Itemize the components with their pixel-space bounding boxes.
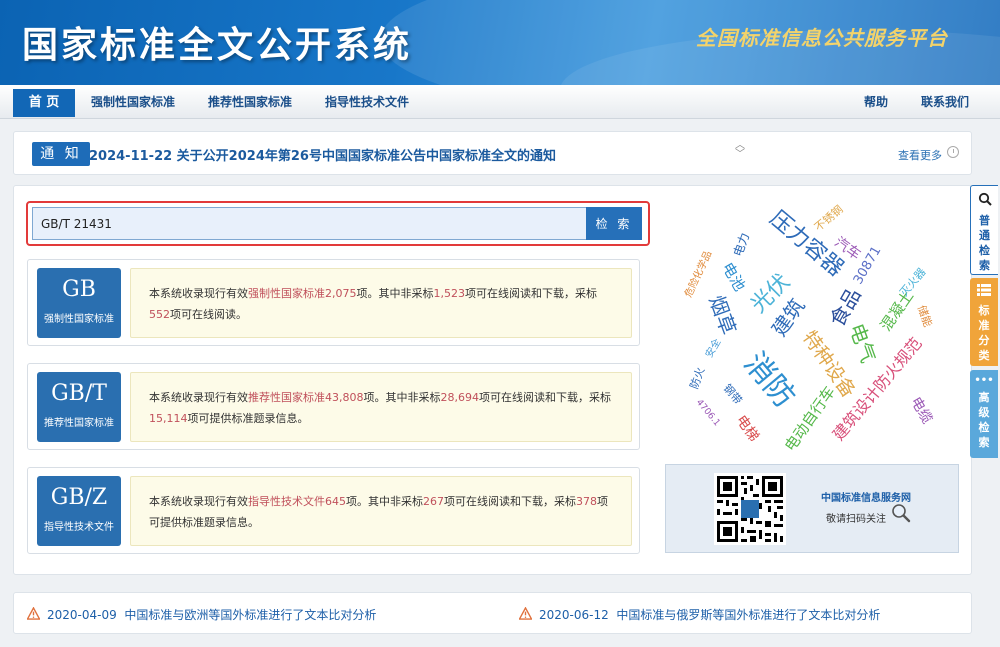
news-bar: 2020-04-09 中国标准与欧洲等国外标准进行了文本比对分析 2020-06… xyxy=(13,592,972,634)
site-title: 国家标准全文公开系统 xyxy=(22,25,413,66)
news-link[interactable]: 2020-06-12 中国标准与俄罗斯等国外标准进行了文本比对分析 xyxy=(539,606,880,623)
category-logo-gbz[interactable]: GB/Z 指导性技术文件 xyxy=(37,476,121,546)
cloud-keyword[interactable]: 电梯 xyxy=(732,411,764,445)
side-tab-advanced-search[interactable]: ••• 高级检索 xyxy=(970,370,998,458)
category-logo-gbt[interactable]: GB/T 推荐性国家标准 xyxy=(37,372,121,442)
cloud-keyword[interactable]: 4706.1 xyxy=(694,398,722,429)
nav-mandatory[interactable]: 强制性国家标准 xyxy=(91,85,175,119)
nav-home[interactable]: 首 页 xyxy=(13,89,75,117)
nav-guidance[interactable]: 指导性技术文件 xyxy=(325,85,409,119)
cloud-keyword[interactable]: 钢带 xyxy=(720,380,746,407)
qr-code xyxy=(714,473,786,545)
qr-panel: 中国标准信息服务网 敬请扫码关注 xyxy=(665,464,959,553)
warning-icon xyxy=(27,607,40,620)
slogan: 全国标准信息公共服务平台 xyxy=(696,26,948,50)
nav-help[interactable]: 帮助 xyxy=(864,85,888,119)
side-tab-label: 标准分类 xyxy=(978,304,990,362)
cloud-keyword[interactable]: 电力 xyxy=(729,230,753,258)
category-code: GB/T xyxy=(51,381,107,406)
category-card-gbz: GB/Z 指导性技术文件 本系统收录现行有效指导性技术文件645项。其中非采标2… xyxy=(27,467,640,554)
category-logo-gb[interactable]: GB 强制性国家标准 xyxy=(37,268,121,338)
side-tab-classification[interactable]: 标准分类 xyxy=(970,278,998,366)
notice-badge: 通 知 xyxy=(32,142,90,166)
notice-bar: 通 知 2024-11-22 关于公开2024年第26号中国国家标准公告中国家标… xyxy=(13,131,972,175)
search-input[interactable] xyxy=(32,207,589,240)
cloud-keyword[interactable]: 消防 xyxy=(736,341,808,415)
list-icon xyxy=(977,284,991,296)
category-code: GB xyxy=(62,277,96,302)
search-box: 检 索 xyxy=(26,201,650,246)
category-card-gb: GB 强制性国家标准 本系统收录现行有效强制性国家标准2,075项。其中非采标1… xyxy=(27,259,640,346)
news-link[interactable]: 2020-04-09 中国标准与欧洲等国外标准进行了文本比对分析 xyxy=(47,606,376,623)
warning-icon xyxy=(519,607,532,620)
notice-scroll-controls[interactable]: ︿ ﹀ xyxy=(734,141,746,160)
category-code: GB/Z xyxy=(50,485,108,510)
side-tab-normal-search[interactable]: 普通检索 xyxy=(970,185,998,275)
cloud-keyword[interactable]: 安全 xyxy=(701,335,724,360)
keyword-cloud: 压力容器 汽车 不锈钢 30871 电力 危险化学品 电池 光伏 建筑 食品 混… xyxy=(664,196,964,461)
cloud-keyword[interactable]: 电缆 xyxy=(906,393,937,427)
qr-subtitle: 敬请扫码关注 xyxy=(826,514,886,525)
category-description: 本系统收录现行有效强制性国家标准2,075项。其中非采标1,523项可在线阅读和… xyxy=(130,268,632,338)
magnifier-icon xyxy=(892,504,911,523)
more-icon: ••• xyxy=(974,375,994,386)
main-nav: 首 页 强制性国家标准 推荐性国家标准 指导性技术文件 帮助 联系我们 xyxy=(0,85,1000,119)
cloud-keyword[interactable]: 烟草 xyxy=(704,291,745,339)
search-icon xyxy=(978,192,992,206)
more-link[interactable]: 查看更多 xyxy=(898,147,942,163)
chevron-down-icon[interactable]: ﹀ xyxy=(734,150,746,160)
category-description: 本系统收录现行有效指导性技术文件645项。其中非采标267项可在线阅读和下载，采… xyxy=(130,476,632,546)
category-name: 强制性国家标准 xyxy=(44,314,114,325)
cloud-keyword[interactable]: 危险化学品 xyxy=(680,248,714,299)
search-button[interactable]: 检 索 xyxy=(586,207,642,240)
notice-link[interactable]: 2024-11-22 关于公开2024年第26号中国国家标准公告中国家标准全文的… xyxy=(89,145,556,164)
header-banner: 国家标准全文公开系统 全国标准信息公共服务平台 xyxy=(0,0,1000,85)
category-link[interactable]: 强制性国家标准 xyxy=(248,287,325,300)
category-name: 推荐性国家标准 xyxy=(44,418,114,429)
cloud-keyword[interactable]: 电池 xyxy=(717,258,750,294)
category-name: 指导性技术文件 xyxy=(44,522,114,533)
category-link[interactable]: 指导性技术文件 xyxy=(248,495,325,508)
nav-recommended[interactable]: 推荐性国家标准 xyxy=(208,85,292,119)
clock-icon xyxy=(947,146,959,158)
category-link[interactable]: 推荐性国家标准 xyxy=(248,391,325,404)
category-description: 本系统收录现行有效推荐性国家标准43,808项。其中非采标28,694项可在线阅… xyxy=(130,372,632,442)
nav-contact[interactable]: 联系我们 xyxy=(921,85,969,119)
cloud-keyword[interactable]: 储能 xyxy=(914,303,937,329)
category-card-gbt: GB/T 推荐性国家标准 本系统收录现行有效推荐性国家标准43,808项。其中非… xyxy=(27,363,640,450)
cloud-keyword[interactable]: 不锈钢 xyxy=(811,201,847,234)
main-panel: 检 索 GB 强制性国家标准 本系统收录现行有效强制性国家标准2,075项。其中… xyxy=(13,185,972,575)
cloud-keyword[interactable]: 灭火器 xyxy=(896,264,929,300)
cloud-keyword[interactable]: 防火 xyxy=(686,365,709,391)
qr-title: 中国标准信息服务网 xyxy=(821,493,911,504)
side-tab-label: 普通检索 xyxy=(979,214,990,272)
side-tab-label: 高级检索 xyxy=(978,391,990,449)
